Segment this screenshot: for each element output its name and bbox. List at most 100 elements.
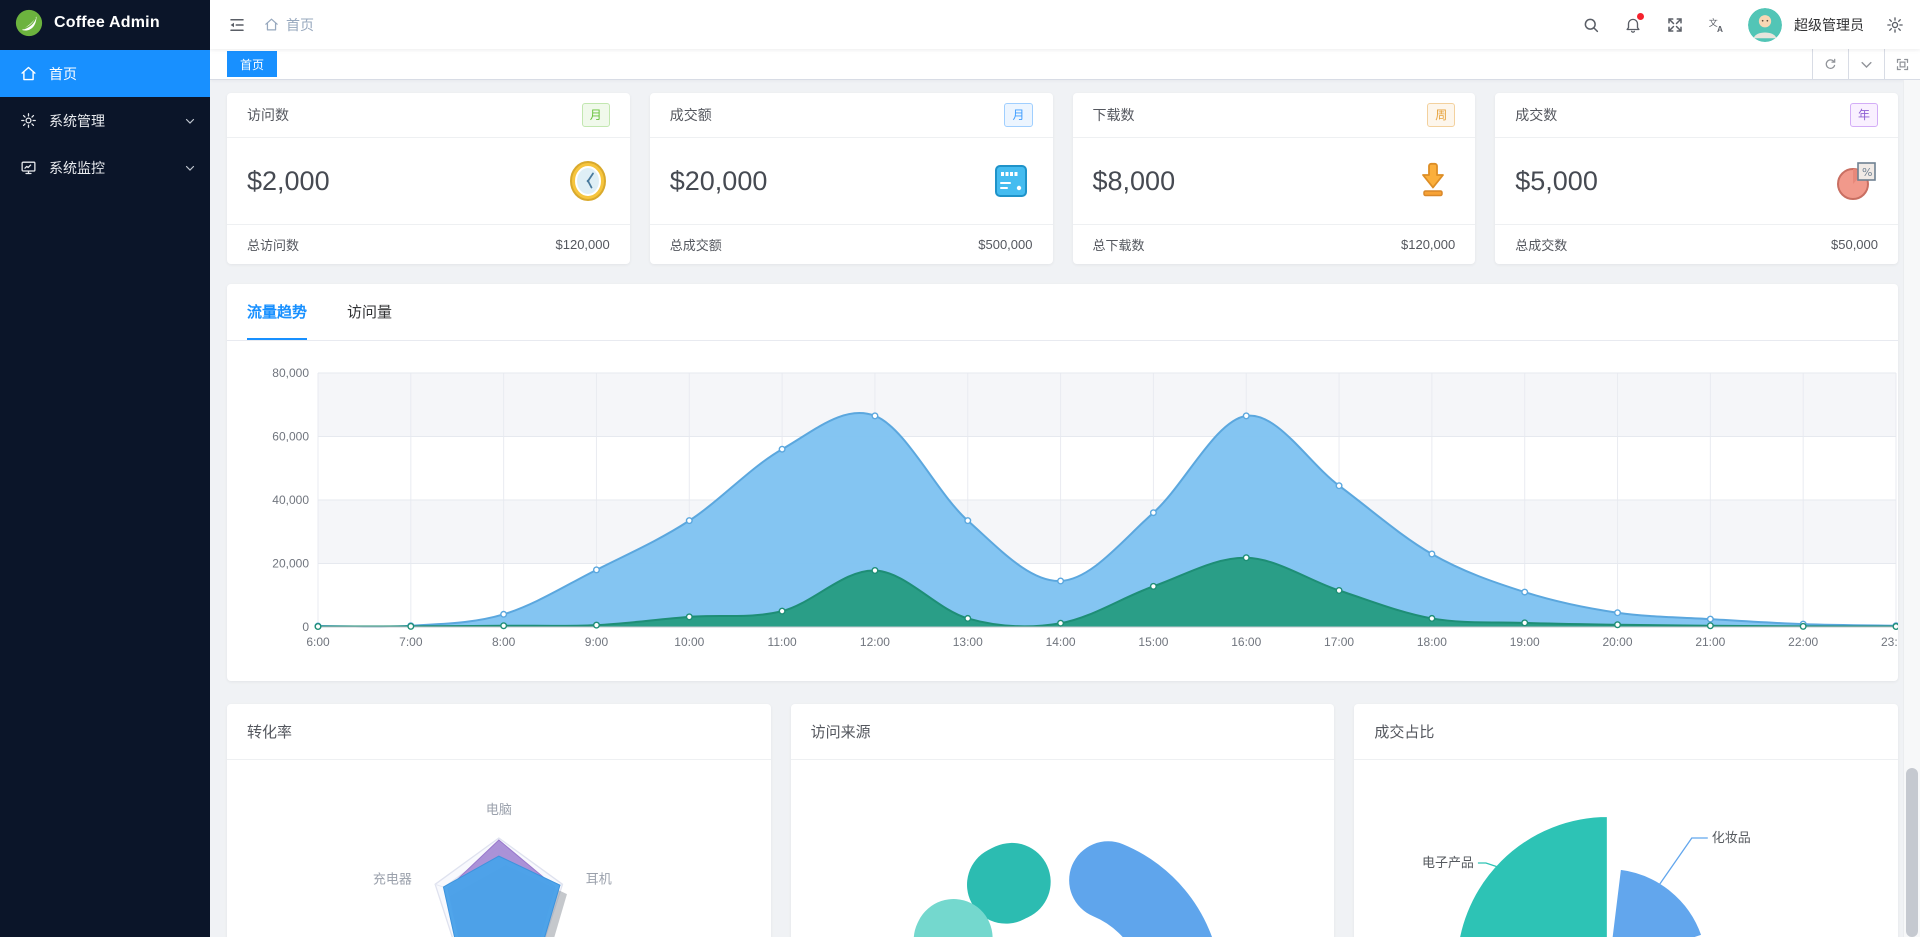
stat-footer-label: 总访问数	[247, 238, 300, 253]
svg-text:电脑: 电脑	[486, 802, 512, 817]
deal-share-pie-chart: 电子产品 化妆品	[1422, 815, 1751, 937]
svg-text:23:00: 23:00	[1881, 635, 1898, 649]
home-icon	[265, 18, 278, 31]
stat-footer-value: $50,000	[1831, 237, 1878, 252]
period-badge[interactable]: 月	[581, 103, 610, 127]
deal-share-card: 成交占比 电子产品 化妆品	[1354, 704, 1899, 937]
notification-dot	[1637, 12, 1644, 20]
traffic-trend-card: 流量趋势 访问量 0 20,000 40,000 60,000 80,000 6:00 7:…	[227, 284, 1898, 681]
chevron-down-icon	[185, 118, 195, 124]
stat-title: 成交额	[669, 107, 712, 123]
svg-text:80,000: 80,000	[272, 366, 309, 380]
svg-text:17:00: 17:00	[1324, 635, 1354, 649]
stat-card-deals: 成交数 年 $5,000 % 总成交数 $50,000	[1495, 93, 1898, 264]
main-content: 访问数 月 $2,000 总访问数 $120,000 成交额 月 $20,000…	[210, 80, 1920, 937]
breadcrumb[interactable]: 首页	[264, 15, 314, 35]
pie-icon: %	[1837, 162, 1876, 200]
tag-view-bar: 首页	[210, 49, 1920, 80]
svg-text:充电器: 充电器	[373, 871, 412, 886]
sidebar-item-label: 首页	[49, 65, 77, 82]
stat-card-row: 访问数 月 $2,000 总访问数 $120,000 成交额 月 $20,000…	[227, 93, 1898, 264]
svg-text:8:00: 8:00	[492, 635, 516, 649]
avatar[interactable]	[1748, 7, 1782, 42]
stat-title: 访问数	[247, 107, 289, 123]
svg-text:耳机: 耳机	[586, 871, 612, 886]
svg-text:11:00: 11:00	[768, 635, 797, 649]
home-icon	[21, 66, 36, 81]
stat-value: $2,000	[247, 165, 330, 196]
period-badge[interactable]: 月	[1004, 103, 1033, 127]
tab-home[interactable]: 首页	[227, 51, 278, 77]
stat-value: $8,000	[1092, 165, 1176, 196]
sidebar-item-label: 系统管理	[49, 112, 105, 129]
settings-gear-icon[interactable]	[1884, 14, 1906, 36]
download-icon	[1422, 162, 1445, 197]
svg-text:14:00: 14:00	[1046, 635, 1076, 649]
svg-text:16:00: 16:00	[1231, 635, 1261, 649]
svg-text:19:00: 19:00	[1510, 635, 1540, 649]
card-title: 转化率	[227, 704, 771, 760]
top-navbar: 首页 文 A 超级管理员	[210, 0, 1920, 49]
leaf-logo-icon	[15, 9, 43, 37]
stat-title: 成交数	[1515, 107, 1558, 123]
scrollbar-thumb[interactable]	[1906, 768, 1918, 937]
svg-text:15:00: 15:00	[1138, 635, 1168, 649]
svg-text:0: 0	[302, 620, 309, 634]
bottom-card-row: 转化率 电脑耳机 充电器 访问来源 成交占比 电子产品 化妆品	[227, 704, 1899, 937]
search-icon[interactable]	[1580, 14, 1602, 36]
svg-text:6:00: 6:00	[306, 635, 330, 649]
sidebar-menu: 首页 系统管理 系统监控	[0, 50, 210, 191]
clock-icon	[569, 161, 606, 201]
svg-text:A: A	[1717, 24, 1723, 33]
stat-card-transactions: 成交额 月 $20,000 总成交额 $500,000	[649, 93, 1053, 264]
period-badge[interactable]: 年	[1849, 103, 1878, 127]
stat-card-visits: 访问数 月 $2,000 总访问数 $120,000	[227, 93, 630, 264]
svg-text:电子产品: 电子产品	[1422, 855, 1474, 870]
svg-text:10:00: 10:00	[674, 635, 704, 649]
sidebar-item-system-monitor[interactable]: 系统监控	[0, 144, 210, 191]
sidebar-item-home[interactable]: 首页	[0, 50, 210, 97]
visit-source-donut-chart	[913, 841, 1212, 937]
svg-text:20:00: 20:00	[1603, 635, 1633, 649]
chevron-down-icon	[185, 165, 195, 171]
svg-text:21:00: 21:00	[1695, 635, 1725, 649]
svg-text:22:00: 22:00	[1788, 635, 1818, 649]
stat-title: 下载数	[1092, 107, 1135, 123]
screenfull-icon[interactable]	[1884, 49, 1920, 79]
svg-text:13:00: 13:00	[953, 635, 983, 649]
stat-card-downloads: 下载数 周 $8,000 总下载数 $120,000	[1072, 93, 1476, 264]
menu-fold-icon[interactable]	[226, 14, 248, 36]
monitor-icon	[21, 161, 36, 175]
card-icon	[994, 165, 1027, 197]
svg-text:化妆品: 化妆品	[1712, 830, 1751, 845]
svg-text:9:00: 9:00	[585, 635, 609, 649]
tab-traffic-trend[interactable]: 流量趋势	[247, 301, 308, 340]
stat-footer-value: $120,000	[555, 237, 610, 252]
svg-text:12:00: 12:00	[860, 635, 890, 649]
card-title: 成交占比	[1354, 704, 1899, 760]
sidebar: Coffee Admin 首页 系统管理 系统监控	[0, 0, 210, 937]
stat-footer-label: 总成交额	[669, 238, 722, 253]
notification-bell-icon[interactable]	[1622, 12, 1644, 36]
chevron-down-icon[interactable]	[1848, 49, 1884, 79]
stat-footer-value: $500,000	[978, 237, 1033, 252]
tab-visits[interactable]: 访问量	[347, 301, 392, 340]
username[interactable]: 超级管理员	[1794, 15, 1864, 35]
stat-footer-label: 总成交数	[1515, 238, 1568, 253]
stat-footer-label: 总下载数	[1092, 238, 1145, 253]
app-logo[interactable]: Coffee Admin	[0, 0, 210, 46]
visit-source-card: 访问来源	[790, 704, 1335, 937]
breadcrumb-label: 首页	[286, 16, 314, 33]
stat-value: $20,000	[669, 165, 768, 196]
sidebar-item-label: 系统监控	[49, 159, 105, 176]
gear-icon	[21, 113, 36, 128]
refresh-icon[interactable]	[1812, 49, 1848, 79]
svg-text:20,000: 20,000	[272, 557, 309, 571]
sidebar-item-system-management[interactable]: 系统管理	[0, 97, 210, 144]
svg-text:60,000: 60,000	[272, 430, 309, 444]
page-scrollbar[interactable]	[1903, 80, 1920, 937]
fullscreen-icon[interactable]	[1664, 14, 1686, 36]
translate-icon[interactable]: 文 A	[1706, 14, 1728, 36]
period-badge[interactable]: 周	[1427, 103, 1456, 127]
trend-tabs: 流量趋势 访问量	[227, 284, 1898, 341]
